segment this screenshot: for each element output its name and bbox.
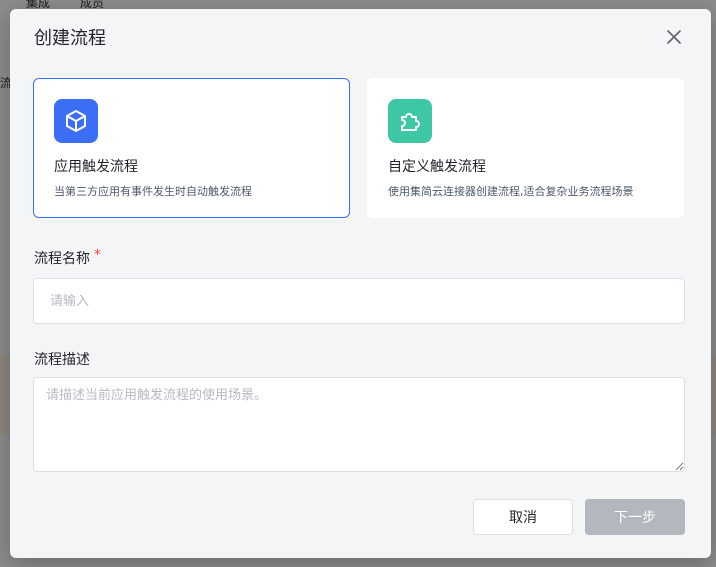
flow-name-input[interactable]: [33, 278, 685, 324]
create-flow-dialog: 创建流程 应用触发流程 当第三方应用有事件发生时自动触发流程 自定义触发流程 使…: [10, 9, 711, 558]
flow-description-textarea[interactable]: [33, 377, 685, 472]
card-app-trigger[interactable]: 应用触发流程 当第三方应用有事件发生时自动触发流程: [33, 78, 350, 218]
close-icon[interactable]: [663, 26, 685, 48]
card-description: 当第三方应用有事件发生时自动触发流程: [54, 185, 252, 198]
next-step-button[interactable]: 下一步: [585, 499, 685, 535]
puzzle-icon: [388, 99, 432, 143]
required-star: *: [94, 247, 101, 263]
card-custom-trigger[interactable]: 自定义触发流程 使用集简云连接器创建流程,适合复杂业务流程场景: [367, 78, 684, 218]
card-title: 应用触发流程: [54, 159, 138, 175]
flow-name-label: 流程名称: [34, 251, 90, 267]
dialog-title: 创建流程: [34, 28, 106, 49]
flow-description-label: 流程描述: [34, 352, 90, 368]
card-description: 使用集简云连接器创建流程,适合复杂业务流程场景: [388, 185, 634, 198]
cancel-button[interactable]: 取消: [473, 499, 573, 535]
flow-name-label-row: 流程名称 *: [34, 247, 101, 268]
card-title: 自定义触发流程: [388, 159, 486, 175]
cube-icon: [54, 99, 98, 143]
